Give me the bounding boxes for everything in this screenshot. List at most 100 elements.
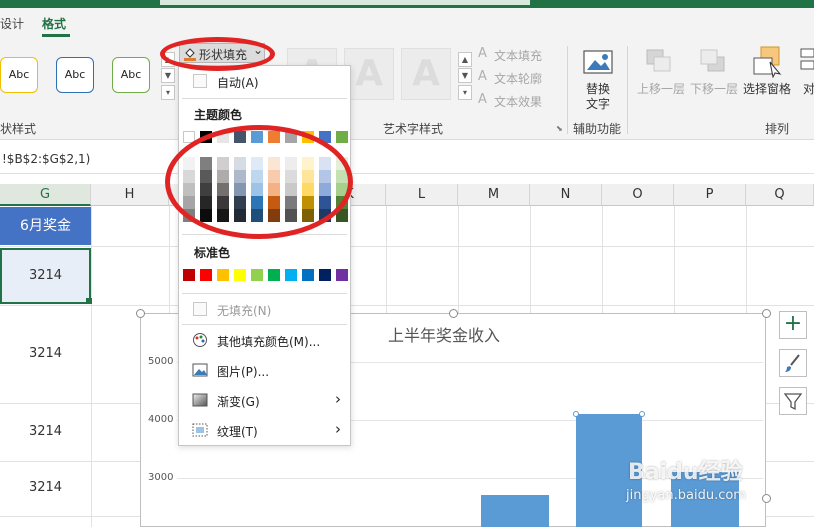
cell-value[interactable]: 3214: [0, 346, 91, 361]
palette-icon: [193, 333, 207, 347]
menu-separator: [182, 293, 347, 294]
wordart-scroll-up-icon[interactable]: ▲: [458, 52, 472, 67]
text-effects-icon: A: [478, 92, 487, 107]
ribbon-separator: [627, 46, 628, 134]
dialog-launcher-icon[interactable]: ⬊: [556, 124, 563, 133]
column-header-q[interactable]: Q: [746, 184, 814, 206]
gallery-more-icon[interactable]: ▾: [161, 85, 175, 100]
ribbon-tab-row: [0, 8, 814, 40]
tab-format[interactable]: 格式: [42, 15, 66, 32]
bring-forward-button[interactable]: 上移一层: [637, 80, 685, 97]
standard-color-swatch[interactable]: [336, 269, 348, 281]
wordart-more-icon[interactable]: ▾: [458, 85, 472, 100]
column-header-p[interactable]: P: [674, 184, 746, 206]
standard-color-swatch[interactable]: [234, 269, 246, 281]
tab-format-underline: [42, 34, 70, 37]
text-fill-button[interactable]: 文本填充: [494, 47, 542, 64]
menu-separator: [182, 324, 347, 325]
tab-design[interactable]: 设计: [0, 15, 24, 32]
standard-color-swatch[interactable]: [251, 269, 263, 281]
shape-style-swatch-3[interactable]: Abc: [112, 57, 150, 93]
column-header-g[interactable]: G: [0, 184, 91, 206]
standard-color-swatch[interactable]: [319, 269, 331, 281]
standard-color-swatch[interactable]: [285, 269, 297, 281]
column-header-m[interactable]: M: [458, 184, 530, 206]
picture-icon: [192, 363, 208, 377]
menu-item-picture[interactable]: 图片(P)...: [217, 363, 269, 380]
standard-colors-heading: 标准色: [194, 246, 231, 260]
menu-item-auto[interactable]: 自动(A): [217, 74, 259, 91]
chart-bar[interactable]: [481, 495, 549, 527]
red-callout-shape-fill: [160, 37, 275, 71]
menu-separator: [182, 98, 347, 99]
selection-pane-button[interactable]: 选择窗格: [743, 80, 791, 97]
column-header-h[interactable]: H: [91, 184, 169, 206]
menu-item-more-fill-colors[interactable]: 其他填充颜色(M)...: [217, 333, 320, 350]
chart-elements-plus-icon[interactable]: +: [779, 311, 807, 339]
standard-color-swatch[interactable]: [217, 269, 229, 281]
grid-line: [0, 246, 814, 247]
title-bar-highlight: [160, 0, 530, 5]
watermark-brand: Baidu经验: [628, 460, 743, 485]
menu-item-texture[interactable]: 纹理(T): [217, 423, 258, 440]
resize-handle[interactable]: [762, 309, 771, 318]
standard-color-swatch[interactable]: [200, 269, 212, 281]
resize-handle[interactable]: [136, 309, 145, 318]
cell-value[interactable]: 3214: [0, 480, 91, 495]
formula-bar[interactable]: [0, 144, 814, 174]
brush-icon: [785, 354, 800, 372]
chart-title[interactable]: 上半年奖金收入: [388, 322, 500, 346]
gap: [0, 176, 814, 184]
resize-handle[interactable]: [762, 494, 771, 503]
submenu-arrow-icon: ›: [335, 390, 341, 408]
theme-colors-heading: 主题颜色: [194, 108, 243, 122]
theme-color-swatch[interactable]: [336, 131, 348, 143]
column-header-l[interactable]: L: [386, 184, 458, 206]
group-label-shape-styles: 状样式: [0, 122, 37, 136]
cell-g1-header[interactable]: 6月奖金: [0, 207, 91, 245]
column-header-o[interactable]: O: [602, 184, 674, 206]
send-backward-button[interactable]: 下移一层: [690, 80, 738, 97]
standard-color-swatch[interactable]: [302, 269, 314, 281]
cell-value[interactable]: 3214: [0, 268, 91, 283]
texture-icon: [192, 423, 208, 437]
group-label-wordart: 艺术字样式: [383, 122, 444, 136]
shape-style-swatch-1[interactable]: Abc: [0, 57, 38, 93]
chart-filters-icon[interactable]: [779, 387, 807, 415]
wordart-scroll-down-icon[interactable]: ▼: [458, 68, 472, 83]
bring-forward-icon: [646, 49, 671, 72]
y-tick-label: 5000: [148, 356, 174, 367]
watermark-url: jingyan.baidu.com: [626, 488, 746, 503]
funnel-icon: [783, 393, 803, 411]
formula-text[interactable]: !$B$2:$G$2,1): [2, 152, 90, 166]
selection-pane-icon: [753, 46, 782, 78]
align-icon: [800, 48, 814, 70]
standard-color-swatch[interactable]: [183, 269, 195, 281]
menu-item-no-fill[interactable]: 无填充(N): [217, 302, 271, 319]
fill-handle[interactable]: [86, 298, 92, 304]
group-label-arrange: 排列: [765, 122, 790, 136]
y-tick-label: 4000: [148, 414, 174, 425]
chart-styles-brush-icon[interactable]: [779, 349, 807, 377]
resize-handle[interactable]: [449, 309, 458, 318]
shape-style-swatch-2[interactable]: Abc: [56, 57, 94, 93]
alt-text-label-line2[interactable]: 文字: [586, 95, 610, 112]
text-outline-icon: A: [478, 69, 487, 84]
alt-text-icon: [583, 50, 613, 74]
column-header-n[interactable]: N: [530, 184, 602, 206]
ribbon-separator: [567, 46, 568, 134]
auto-checkbox[interactable]: [193, 74, 207, 88]
text-effects-button[interactable]: 文本效果: [494, 93, 542, 110]
menu-item-gradient[interactable]: 渐变(G): [217, 393, 260, 410]
standard-color-swatch[interactable]: [268, 269, 280, 281]
text-outline-button[interactable]: 文本轮廓: [494, 70, 542, 87]
no-fill-checkbox[interactable]: [193, 302, 207, 316]
gradient-icon: [192, 393, 208, 407]
gallery-scroll-down-icon[interactable]: ▼: [161, 68, 175, 83]
text-fill-icon: A: [478, 46, 487, 61]
cell-value[interactable]: 3214: [0, 424, 91, 439]
wordart-style-3[interactable]: A: [401, 48, 451, 100]
align-button[interactable]: 对: [803, 80, 814, 97]
send-backward-icon: [700, 49, 725, 72]
red-callout-theme-colors: [165, 125, 353, 239]
